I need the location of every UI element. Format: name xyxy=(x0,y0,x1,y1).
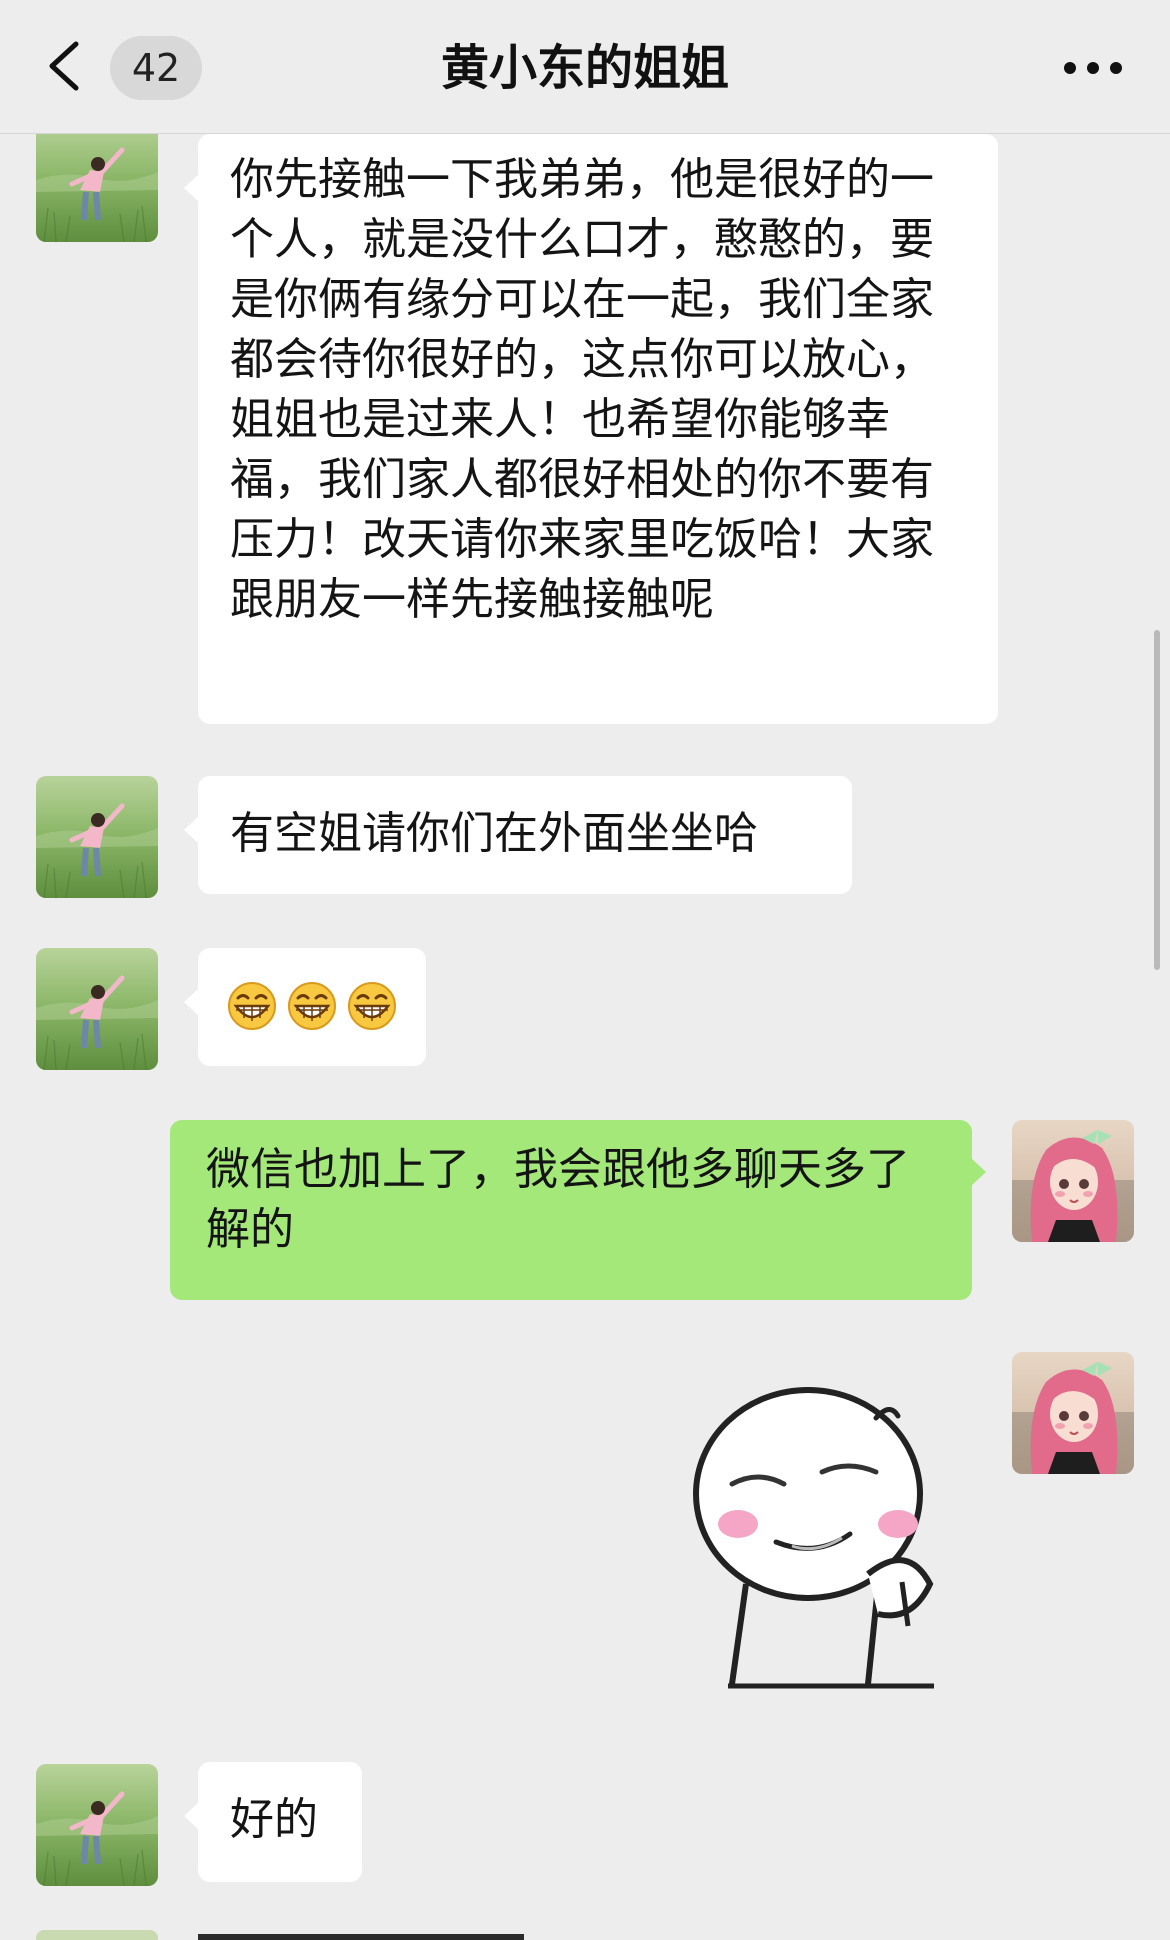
scrollbar[interactable] xyxy=(1154,630,1160,970)
user-avatar[interactable] xyxy=(1012,1120,1134,1242)
user-avatar[interactable] xyxy=(1012,1352,1134,1474)
contact-avatar[interactable] xyxy=(36,1764,158,1886)
chat-title: 黄小东的姐姐 xyxy=(440,40,729,96)
grin-emoji-icon xyxy=(226,980,278,1032)
message-bubble[interactable]: 你先接触一下我弟弟，他是很好的一个人，就是没什么口才，憨憨的，要是你俩有缘分可以… xyxy=(184,134,998,724)
image-message-partial xyxy=(198,1934,524,1940)
message-bubble[interactable] xyxy=(184,948,426,1066)
message-bubble[interactable]: 微信也加上了，我会跟他多聊天多了解的 xyxy=(170,1120,986,1300)
message-text: 微信也加上了，我会跟他多聊天多了解的 xyxy=(206,1144,910,1255)
contact-avatar[interactable] xyxy=(36,120,158,242)
more-options-button[interactable] xyxy=(1058,48,1128,88)
message-text: 你先接触一下我弟弟，他是很好的一个人，就是没什么口才，憨憨的，要是你俩有缘分可以… xyxy=(230,154,934,625)
grin-emoji-icon xyxy=(346,980,398,1032)
grin-emoji-icon xyxy=(286,980,338,1032)
message-bubble[interactable]: 有空姐请你们在外面坐坐哈 xyxy=(184,776,852,894)
contact-avatar[interactable] xyxy=(36,948,158,1070)
more-dots-icon xyxy=(1064,62,1122,74)
thinking-face-sticker[interactable] xyxy=(672,1372,982,1690)
chat-header: 42 黄小东的姐姐 xyxy=(0,0,1170,134)
message-text: 好的 xyxy=(230,1794,318,1845)
contact-avatar[interactable] xyxy=(36,776,158,898)
message-text: 有空姐请你们在外面坐坐哈 xyxy=(230,808,758,859)
contact-avatar-partial xyxy=(36,1930,158,1940)
message-bubble[interactable]: 好的 xyxy=(184,1762,362,1882)
